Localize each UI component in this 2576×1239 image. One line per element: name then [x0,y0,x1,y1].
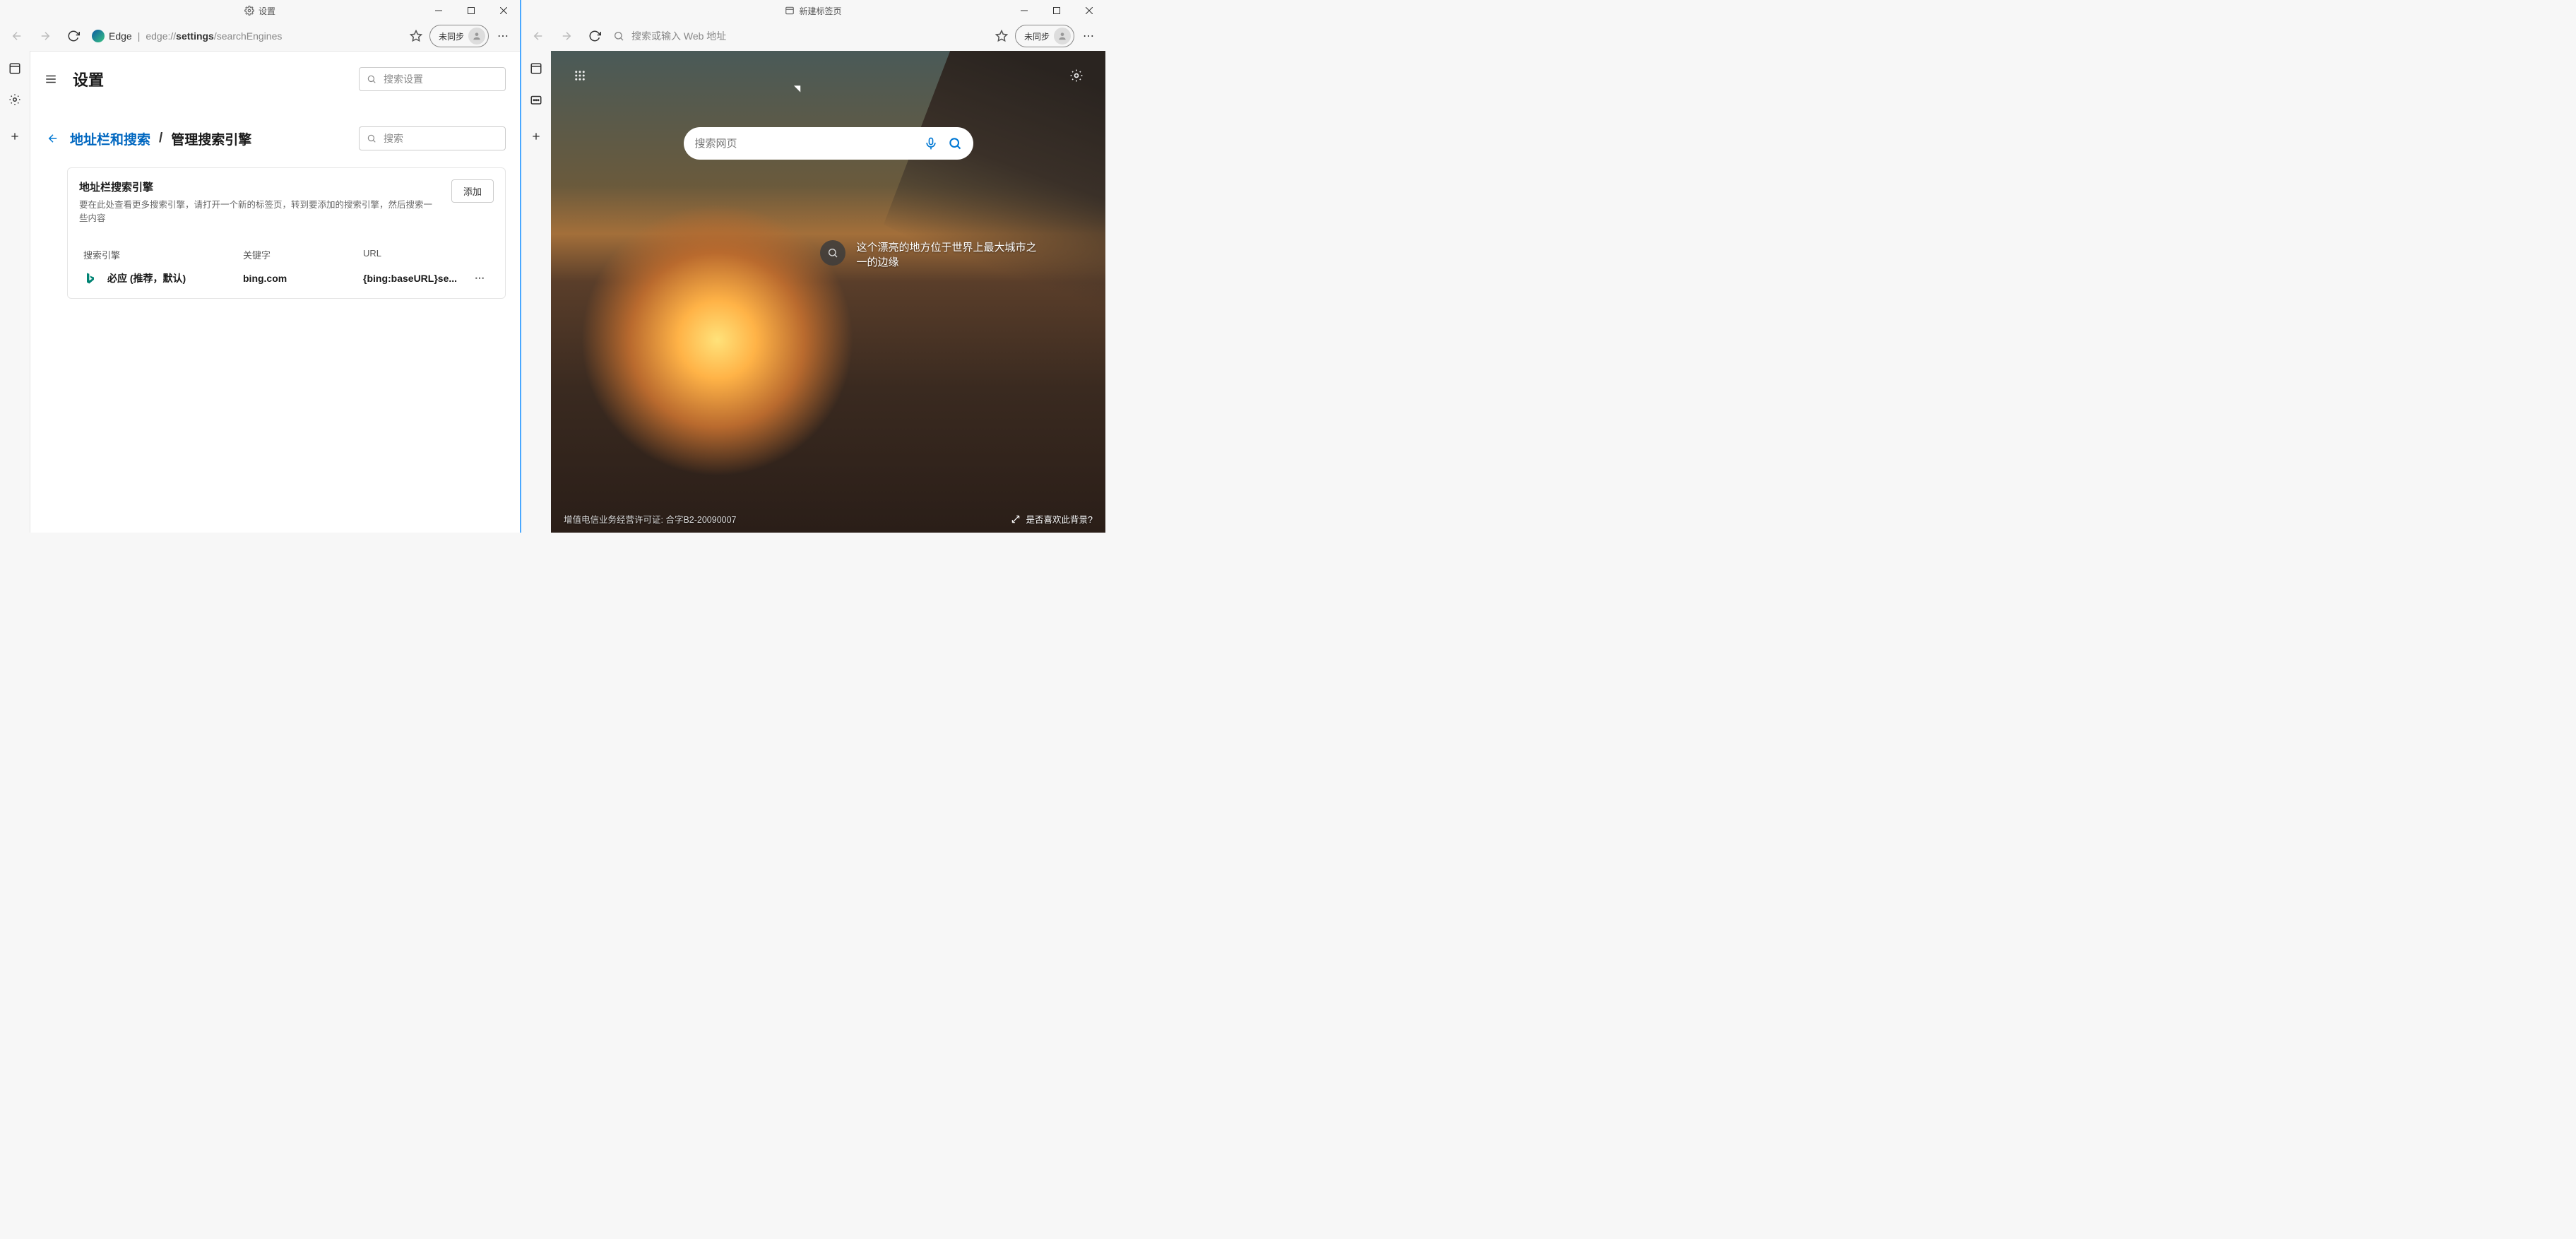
avatar-icon [1054,28,1071,45]
expand-icon [1011,514,1021,524]
settings-search-placeholder: 搜索设置 [384,72,423,86]
gear-icon [244,6,254,16]
app-launcher-button[interactable] [568,64,592,88]
breadcrumb-separator: / [159,131,162,146]
page-title: 设置 [73,68,104,90]
table-header: 搜索引擎 关键字 URL [79,245,494,264]
edge-ntp-window: 新建标签页 搜索或输入 Web 地址 未同步 ⋯ ◥ [521,0,1105,533]
ntp-search-box[interactable] [684,127,973,160]
nav-forward-button[interactable] [31,22,59,50]
minimize-button[interactable] [422,0,455,21]
profile-sync-button[interactable]: 未同步 [1015,25,1074,47]
favorites-button[interactable] [403,30,429,42]
page-settings-button[interactable] [1064,64,1088,88]
search-icon [613,30,624,42]
sync-label: 未同步 [439,30,464,42]
background-feedback[interactable]: 是否喜欢此背景? [1011,512,1093,526]
edge-settings-window: 设置 Edge | edge://settings/searchEngines … [0,0,521,533]
maximize-button[interactable] [1040,0,1073,21]
titlebar: 设置 [0,0,520,21]
column-header: 搜索引擎 [83,248,243,261]
search-engines-card: 添加 地址栏搜索引擎 要在此处查看更多搜索引擎，请打开一个新的标签页，转到要添加… [67,167,506,299]
favorites-button[interactable] [988,30,1015,42]
menu-button[interactable]: ⋯ [489,29,517,43]
profile-sync-button[interactable]: 未同步 [429,25,489,47]
titlebar: 新建标签页 [521,0,1105,21]
card-title: 地址栏搜索引擎 [79,179,494,194]
toolbar: Edge | edge://settings/searchEngines 未同步… [0,21,520,51]
table-row: 必应 (推荐，默认) bing.com {bing:baseURL}se... … [79,264,494,292]
toolbar: 搜索或输入 Web 地址 未同步 ⋯ [521,21,1105,51]
sidebar-settings-button[interactable] [4,89,25,110]
column-header: 关键字 [243,248,363,261]
settings-search-input[interactable]: 搜索设置 [359,67,506,91]
sidebar-collections-button[interactable] [526,89,547,110]
address-path-bold: settings [176,30,214,42]
tab-icon [785,6,795,16]
breadcrumb: 地址栏和搜索 / 管理搜索引擎 搜索 [30,107,520,158]
add-tab-button[interactable] [4,126,25,147]
menu-button[interactable]: ⋯ [1074,29,1103,43]
add-tab-button[interactable] [526,126,547,147]
window-title: 新建标签页 [799,5,841,17]
minimize-button[interactable] [1008,0,1040,21]
breadcrumb-link[interactable]: 地址栏和搜索 [70,129,150,148]
sync-label: 未同步 [1024,30,1050,42]
ntp-search-input[interactable] [695,138,924,150]
tab-actions-button[interactable] [526,58,547,79]
footer-license: 增值电信业务经营许可证: 合字B2-20090007 [564,512,737,526]
engine-keyword: bing.com [243,273,363,284]
left-sidebar [0,51,30,533]
column-header: URL [363,248,489,261]
page-search-input[interactable]: 搜索 [359,126,506,150]
edge-logo-icon [92,30,105,42]
window-title: 设置 [259,5,275,17]
page-search-placeholder: 搜索 [384,131,403,146]
engine-url: {bing:baseURL}se... [363,273,470,284]
breadcrumb-current: 管理搜索引擎 [171,129,251,148]
nav-back-button[interactable] [3,22,31,50]
card-subtitle: 要在此处查看更多搜索引擎，请打开一个新的标签页，转到要添加的搜索引擎，然后搜索一… [79,198,432,225]
address-bar[interactable]: Edge | edge://settings/searchEngines [88,24,403,48]
search-button[interactable] [948,136,962,150]
address-prefix: edge:// [146,30,176,42]
search-icon [820,240,845,266]
hamburger-button[interactable] [44,73,57,85]
reload-button[interactable] [59,22,88,50]
avatar-icon [468,28,485,45]
close-button[interactable] [487,0,520,21]
reload-button[interactable] [581,22,609,50]
add-search-engine-button[interactable]: 添加 [451,179,494,203]
address-bar[interactable]: 搜索或输入 Web 地址 [609,24,988,48]
address-brand: Edge [109,30,132,42]
voice-search-button[interactable] [924,136,938,150]
search-icon [367,74,376,84]
address-path-rest: /searchEngines [214,30,283,42]
row-menu-button[interactable]: ⋯ [470,272,489,284]
background-image [551,51,1105,533]
background-caption: 这个漂亮的地方位于世界上最大城市之一的边缘 [857,240,1040,270]
address-placeholder: 搜索或输入 Web 地址 [631,29,726,43]
ntp-content: ◥ 这个漂亮的地方位于世界上最大城市之一的边缘 增值电信业务经营许可证: 合字B… [551,51,1105,533]
breadcrumb-back-button[interactable] [44,132,61,145]
settings-page: 设置 搜索设置 地址栏和搜索 / 管理搜索引擎 搜索 添加 地址栏搜索引擎 [30,51,520,533]
bing-icon [83,271,97,285]
tab-actions-button[interactable] [4,58,25,79]
address-separator: | [138,30,141,42]
left-sidebar [521,51,551,533]
background-feedback-label: 是否喜欢此背景? [1026,512,1093,526]
engine-name: 必应 (推荐，默认) [107,271,186,285]
close-button[interactable] [1073,0,1105,21]
nav-forward-button[interactable] [552,22,581,50]
maximize-button[interactable] [455,0,487,21]
background-info[interactable]: 这个漂亮的地方位于世界上最大城市之一的边缘 [820,240,1040,270]
search-icon [367,134,376,143]
nav-back-button[interactable] [524,22,552,50]
